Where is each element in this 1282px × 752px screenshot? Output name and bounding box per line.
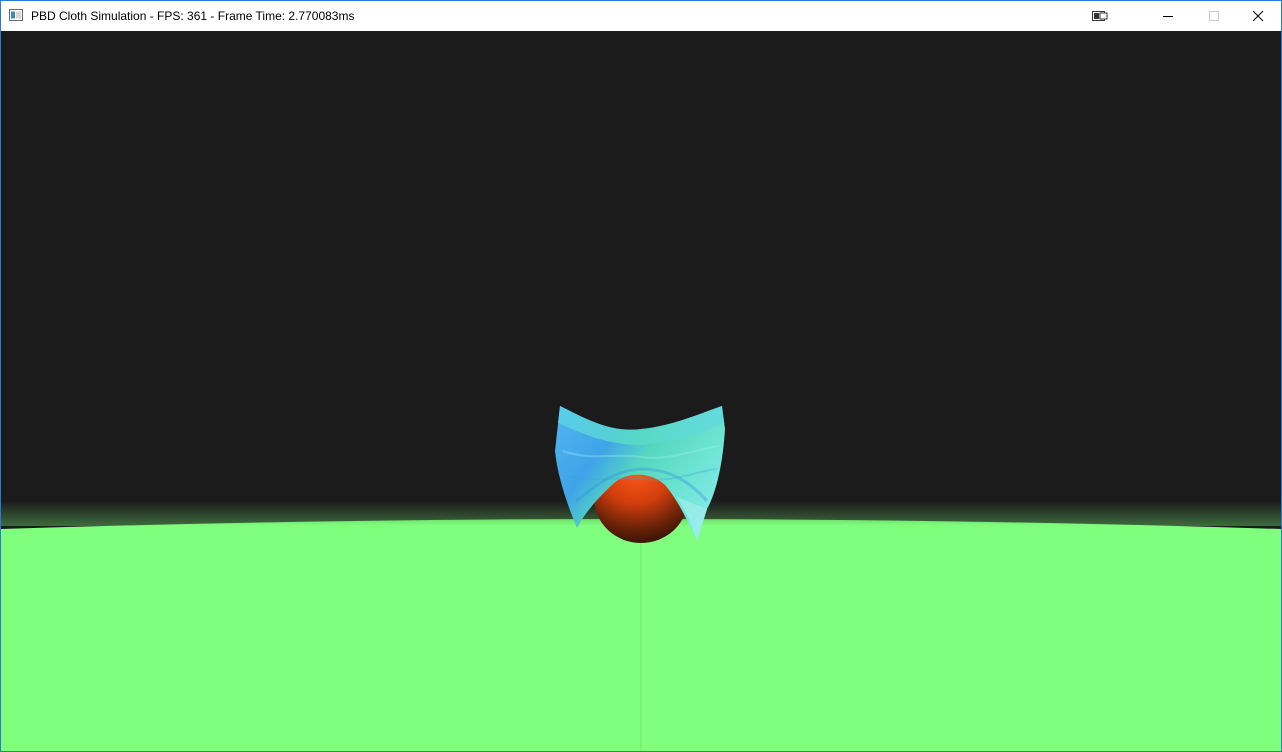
maximize-icon [1209, 11, 1219, 21]
close-icon [1252, 10, 1264, 22]
close-button[interactable] [1235, 1, 1281, 31]
maximize-button[interactable] [1191, 1, 1237, 31]
app-window-icon [9, 9, 23, 21]
title-bar[interactable]: PBD Cloth Simulation - FPS: 361 - Frame … [1, 1, 1281, 31]
snap-layout-icon [1092, 11, 1108, 21]
window-title: PBD Cloth Simulation - FPS: 361 - Frame … [31, 9, 355, 23]
app-window: PBD Cloth Simulation - FPS: 361 - Frame … [0, 0, 1282, 752]
minimize-button[interactable] [1145, 1, 1191, 31]
minimize-icon [1163, 16, 1173, 17]
snap-layout-button[interactable] [1077, 1, 1123, 31]
render-viewport[interactable] [1, 31, 1281, 751]
scene-canvas [1, 406, 1281, 751]
